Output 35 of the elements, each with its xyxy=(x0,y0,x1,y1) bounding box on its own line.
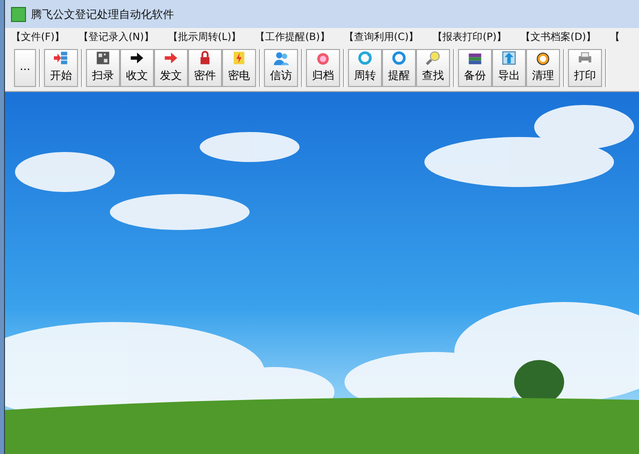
arrow-icon xyxy=(162,50,180,66)
upload-icon xyxy=(500,50,518,66)
toolbar-button[interactable]: 清理 xyxy=(526,49,560,87)
toolbar-button[interactable]: 密电 xyxy=(222,49,256,87)
menu-item[interactable]: 【查询利用(C)】 xyxy=(338,30,427,44)
window-title: 腾飞公文登记处理自动化软件 xyxy=(31,6,174,22)
toolbar-button[interactable]: 提醒 xyxy=(382,49,416,87)
toolbar-button[interactable]: 开始 xyxy=(44,49,78,87)
menu-item[interactable]: 【工作提醒(B)】 xyxy=(249,30,338,44)
more-button[interactable]: ... xyxy=(14,49,36,87)
people-icon xyxy=(272,50,290,66)
magnifier-icon xyxy=(424,50,442,66)
refresh-icon xyxy=(356,50,374,66)
toolbar-button[interactable]: 发文 xyxy=(154,49,188,87)
toolbar-button[interactable]: 导出 xyxy=(492,49,526,87)
toolbar-button[interactable]: 密件 xyxy=(188,49,222,87)
toolbar-button[interactable]: 查找 xyxy=(416,49,450,87)
qr-code-icon xyxy=(94,50,112,66)
toolbar-button[interactable]: 扫录 xyxy=(86,49,120,87)
arrow-list-icon xyxy=(52,50,70,66)
toolbar-button[interactable]: 备份 xyxy=(458,49,492,87)
toolbar-button[interactable]: 收文 xyxy=(120,49,154,87)
app-icon xyxy=(11,6,26,22)
menu-item[interactable]: 【报表打印(P)】 xyxy=(426,30,515,44)
menu-item[interactable]: 【 xyxy=(604,30,628,44)
toolbar-button[interactable]: 周转 xyxy=(348,49,382,87)
arrow-icon xyxy=(128,50,146,66)
toolbar-button[interactable]: 打印 xyxy=(568,49,602,87)
toolbar-button[interactable]: 归档 xyxy=(306,49,340,87)
printer-icon xyxy=(576,50,594,66)
menu-item[interactable]: 【文书档案(D)】 xyxy=(514,30,604,44)
menu-item[interactable]: 【登记录入(N)】 xyxy=(72,30,162,44)
menu-item[interactable]: 【文件(F)】 xyxy=(5,30,73,44)
toolbar-button[interactable]: 信访 xyxy=(264,49,298,87)
menu-item[interactable]: 【批示周转(L)】 xyxy=(162,30,250,44)
